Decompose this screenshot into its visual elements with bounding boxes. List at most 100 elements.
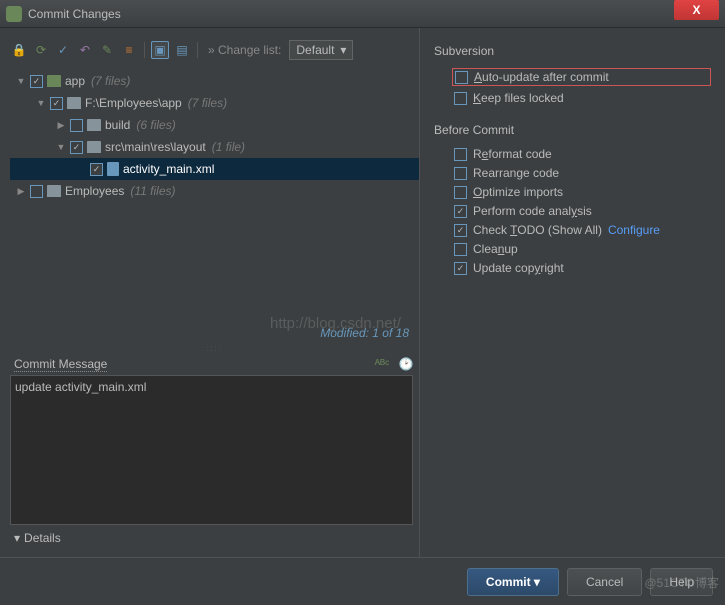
checkbox[interactable]	[454, 92, 467, 105]
toolbar-separator	[144, 42, 145, 58]
changelist-icon[interactable]: ≡	[120, 41, 138, 59]
file-icon	[107, 162, 119, 176]
changelist-label: » Change list:	[208, 43, 281, 57]
subversion-title: Subversion	[434, 44, 711, 58]
checkbox[interactable]	[70, 141, 83, 154]
expand-arrow-icon[interactable]: ▼	[56, 142, 66, 152]
tree-row[interactable]: ▼ src\main\res\layout (1 file)	[10, 136, 419, 158]
checkbox[interactable]	[30, 75, 43, 88]
commit-message-input[interactable]	[10, 375, 413, 525]
checkbox[interactable]	[454, 224, 467, 237]
option-label: Perform code analysis	[473, 204, 592, 218]
option-keep_files[interactable]: Keep files locked	[454, 91, 711, 105]
collapse-icon[interactable]: ▤	[173, 41, 191, 59]
folder-icon	[47, 75, 61, 87]
close-button[interactable]: X	[674, 0, 719, 20]
option-reformat[interactable]: Reformat code	[454, 147, 711, 161]
content-area: 🔒 ⟳ ✓ ↶ ✎ ≡ ▣ ▤ » Change list: Default ▾…	[0, 28, 725, 557]
option-auto_update[interactable]: Auto-update after commit	[452, 68, 711, 86]
spellcheck-icon[interactable]: ᴬᴮᶜ	[373, 355, 391, 373]
tree-row[interactable]: ▼ F:\Employees\app (7 files)	[10, 92, 419, 114]
option-analysis[interactable]: Perform code analysis	[454, 204, 711, 218]
configure-link[interactable]: Configure	[608, 223, 660, 237]
group-icon[interactable]: ▣	[151, 41, 169, 59]
tree-count: (11 files)	[130, 184, 175, 198]
tree-label: F:\Employees\app	[85, 96, 182, 110]
tree-label: Employees	[65, 184, 124, 198]
file-tree[interactable]: ▼app(7 files)▼F:\Employees\app(7 files)▶…	[10, 66, 419, 322]
tree-row[interactable]: ▼app(7 files)	[10, 70, 419, 92]
checkbox[interactable]	[90, 163, 103, 176]
tree-row[interactable]: ▶ build (6 files)	[10, 114, 419, 136]
chevron-down-icon: ▾	[14, 531, 20, 545]
expand-arrow-icon[interactable]: ▼	[16, 76, 26, 86]
commit-button[interactable]: Commit ▾	[467, 568, 559, 596]
chevron-down-icon: ▾	[534, 575, 540, 589]
diff-icon[interactable]: ✎	[98, 41, 116, 59]
tree-count: (1 file)	[212, 140, 245, 154]
option-label: Auto-update after commit	[474, 70, 609, 84]
expand-arrow-icon[interactable]: ▶	[56, 120, 66, 131]
app-icon	[6, 6, 22, 22]
checkbox[interactable]	[70, 119, 83, 132]
tree-row[interactable]: activity_main.xml	[10, 158, 419, 180]
left-pane: 🔒 ⟳ ✓ ↶ ✎ ≡ ▣ ▤ » Change list: Default ▾…	[0, 28, 420, 557]
option-cleanup[interactable]: Cleanup	[454, 242, 711, 256]
refresh-icon[interactable]: ⟳	[32, 41, 50, 59]
help-button[interactable]: Help	[650, 568, 713, 596]
tree-row[interactable]: ▶ Employees (11 files)	[10, 180, 419, 202]
toolbar: 🔒 ⟳ ✓ ↶ ✎ ≡ ▣ ▤ » Change list: Default ▾	[10, 34, 419, 66]
option-label: Reformat code	[473, 147, 552, 161]
tree-label: src\main\res\layout	[105, 140, 206, 154]
history-icon[interactable]: 🕑	[397, 355, 415, 373]
before-commit-title: Before Commit	[434, 123, 711, 137]
right-pane: Subversion Auto-update after commit Keep …	[420, 28, 725, 557]
lock-icon[interactable]: 🔒	[10, 41, 28, 59]
toolbar-separator	[197, 42, 198, 58]
tree-label: activity_main.xml	[123, 162, 214, 176]
details-toggle[interactable]: ▾ Details	[10, 525, 419, 551]
titlebar: Commit Changes X	[0, 0, 725, 28]
tree-count: (6 files)	[136, 118, 175, 132]
option-label: Rearrange code	[473, 166, 559, 180]
expand-arrow-icon[interactable]: ▼	[36, 98, 46, 108]
checkbox[interactable]	[455, 71, 468, 84]
folder-icon	[67, 97, 81, 109]
checkbox[interactable]	[30, 185, 43, 198]
tree-label: build	[105, 118, 130, 132]
option-copyright[interactable]: Update copyright	[454, 261, 711, 275]
option-label: Cleanup	[473, 242, 518, 256]
folder-icon	[47, 185, 61, 197]
checkbox[interactable]	[454, 167, 467, 180]
checkbox[interactable]	[454, 243, 467, 256]
changelist-dropdown[interactable]: Default ▾	[289, 40, 353, 60]
option-label: Update copyright	[473, 261, 564, 275]
folder-icon	[87, 141, 101, 153]
option-todo[interactable]: Check TODO (Show All) Configure	[454, 223, 711, 237]
tree-label: app	[65, 74, 85, 88]
window-title: Commit Changes	[28, 7, 719, 21]
details-label: Details	[24, 531, 61, 545]
commit-message-label: Commit Message	[14, 357, 107, 372]
footer: Commit ▾ Cancel Help	[0, 557, 725, 605]
expand-arrow-icon[interactable]: ▶	[16, 186, 26, 197]
option-rearrange[interactable]: Rearrange code	[454, 166, 711, 180]
checkbox[interactable]	[454, 148, 467, 161]
folder-icon	[87, 119, 101, 131]
cancel-button[interactable]: Cancel	[567, 568, 642, 596]
option-label: Check TODO (Show All)	[473, 223, 602, 237]
checkbox[interactable]	[454, 186, 467, 199]
checkbox[interactable]	[454, 262, 467, 275]
modified-status: Modified: 1 of 18	[10, 322, 419, 344]
grip-handle[interactable]: ::::	[10, 344, 419, 353]
commit-icon[interactable]: ✓	[54, 41, 72, 59]
changelist-value: Default	[296, 43, 334, 57]
undo-icon[interactable]: ↶	[76, 41, 94, 59]
chevron-down-icon: ▾	[340, 43, 346, 57]
checkbox[interactable]	[50, 97, 63, 110]
checkbox[interactable]	[454, 205, 467, 218]
option-label: Optimize imports	[473, 185, 563, 199]
option-label: Keep files locked	[473, 91, 564, 105]
option-optimize[interactable]: Optimize imports	[454, 185, 711, 199]
tree-count: (7 files)	[188, 96, 227, 110]
